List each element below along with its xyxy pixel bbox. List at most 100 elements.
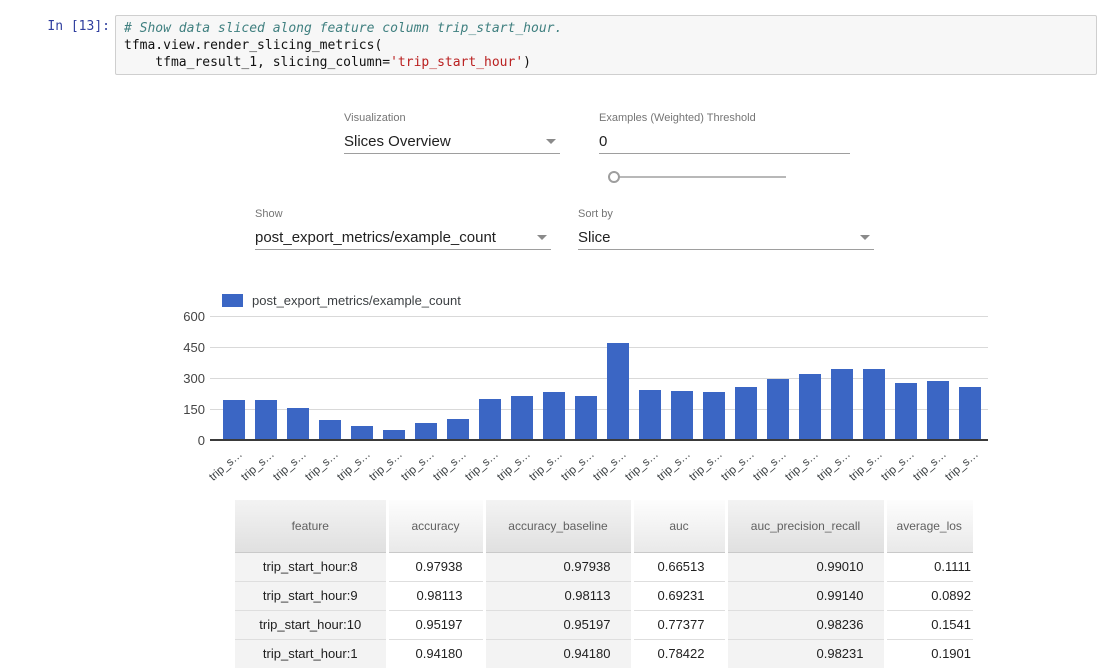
bar-slice-17[interactable] [767,379,789,439]
chart-legend: post_export_metrics/example_count [222,293,461,308]
x-tick-label: trip_s… [655,448,693,483]
metric-cell: 0.94180 [387,639,484,668]
bar-slice-1[interactable] [255,400,277,439]
x-tick-label: trip_s… [399,448,437,483]
bar-slice-14[interactable] [671,391,693,439]
column-header-accuracy_baseline[interactable]: accuracy_baseline [484,500,632,552]
x-tick-label: trip_s… [335,448,373,483]
visualization-select-group: Visualization Slices Overview [344,112,560,154]
bar-slice-7[interactable] [447,419,469,439]
x-tick-label: trip_s… [943,448,981,483]
column-header-auc_precision_recall[interactable]: auc_precision_recall [726,500,885,552]
legend-label: post_export_metrics/example_count [252,293,461,308]
bar-slice-15[interactable] [703,392,725,439]
gridline [210,316,988,317]
threshold-input[interactable]: 0 [599,130,850,154]
slider-thumb[interactable] [608,171,620,183]
feature-cell: trip_start_hour:10 [235,610,387,639]
metrics-table: featureaccuracyaccuracy_baselineaucauc_p… [235,500,973,668]
metric-cell: 0.98231 [726,639,885,668]
threshold-slider[interactable] [608,169,786,185]
x-tick-label: trip_s… [495,448,533,483]
x-tick-label: trip_s… [239,448,277,483]
threshold-label: Examples (Weighted) Threshold [599,112,850,125]
y-tick-label: 0 [158,433,205,448]
x-tick-label: trip_s… [783,448,821,483]
metric-cell: 0.1901 [885,639,973,668]
bar-slice-23[interactable] [959,387,981,439]
bar-slice-8[interactable] [479,399,501,439]
x-tick-label: trip_s… [879,448,917,483]
x-tick-label: trip_s… [623,448,661,483]
threshold-value: 0 [599,130,607,153]
bar-slice-13[interactable] [639,390,661,439]
bar-slice-11[interactable] [575,396,597,439]
bar-slice-12[interactable] [607,343,629,439]
code-cell-editor[interactable]: # Show data sliced along feature column … [115,15,1097,75]
metric-cell: 0.97938 [387,552,484,581]
y-tick-label: 450 [158,340,205,355]
bar-slice-4[interactable] [351,426,373,439]
bar-slice-6[interactable] [415,423,437,439]
metric-cell: 0.98113 [484,581,632,610]
column-header-feature[interactable]: feature [235,500,387,552]
chart-y-axis-labels: 6004503001500 [158,309,205,449]
bar-slice-2[interactable] [287,408,309,439]
slider-track[interactable] [618,176,786,178]
bar-slice-0[interactable] [223,400,245,439]
sort-by-label: Sort by [578,208,874,221]
x-tick-label: trip_s… [527,448,565,483]
sort-by-select-group: Sort by Slice [578,208,874,250]
x-tick-label: trip_s… [591,448,629,483]
chevron-down-icon [860,235,870,240]
show-label: Show [255,208,551,221]
metric-cell: 0.78422 [632,639,726,668]
bar-slice-18[interactable] [799,374,821,439]
table-row: trip_start_hour:10.941800.941800.784220.… [235,639,973,668]
bar-slice-16[interactable] [735,387,757,439]
code-line: tfma.view.render_slicing_metrics( [124,38,382,53]
metric-cell: 0.95197 [484,610,632,639]
column-header-auc[interactable]: auc [632,500,726,552]
visualization-selected-value: Slices Overview [344,130,451,153]
bar-slice-21[interactable] [895,383,917,439]
column-header-accuracy[interactable]: accuracy [387,500,484,552]
metric-cell: 0.98236 [726,610,885,639]
sort-by-select[interactable]: Slice [578,226,874,250]
column-header-average_los[interactable]: average_los [885,500,973,552]
gridline [210,347,988,348]
y-tick-label: 150 [158,402,205,417]
visualization-select[interactable]: Slices Overview [344,130,560,154]
bar-slice-5[interactable] [383,430,405,439]
bar-slice-9[interactable] [511,396,533,439]
chevron-down-icon [546,139,556,144]
x-tick-label: trip_s… [815,448,853,483]
notebook-output-page: In [13]: # Show data sliced along featur… [0,0,1111,668]
code-string-literal: 'trip_start_hour' [390,55,523,70]
x-tick-label: trip_s… [431,448,469,483]
bar-slice-19[interactable] [831,369,853,439]
code-comment: # Show data sliced along feature column … [124,21,562,36]
show-metric-select[interactable]: post_export_metrics/example_count [255,226,551,250]
metric-cell: 0.97938 [484,552,632,581]
metric-cell: 0.99140 [726,581,885,610]
code-line: tfma_result_1, slicing_column= [124,55,390,70]
table-row: trip_start_hour:100.951970.951970.773770… [235,610,973,639]
metric-cell: 0.1111 [885,552,973,581]
metric-cell: 0.0892 [885,581,973,610]
metric-cell: 0.1541 [885,610,973,639]
x-tick-label: trip_s… [687,448,725,483]
feature-cell: trip_start_hour:8 [235,552,387,581]
metric-cell: 0.66513 [632,552,726,581]
show-metric-select-group: Show post_export_metrics/example_count [255,208,551,250]
y-tick-label: 600 [158,309,205,324]
x-tick-label: trip_s… [463,448,501,483]
bar-slice-10[interactable] [543,392,565,439]
bar-slice-20[interactable] [863,369,885,439]
bar-slice-3[interactable] [319,420,341,439]
bar-chart-plot-area [210,316,988,440]
x-axis-line [210,439,988,441]
bar-slice-22[interactable] [927,381,949,439]
code-line: ) [523,55,531,70]
sort-by-selected-value: Slice [578,226,611,249]
